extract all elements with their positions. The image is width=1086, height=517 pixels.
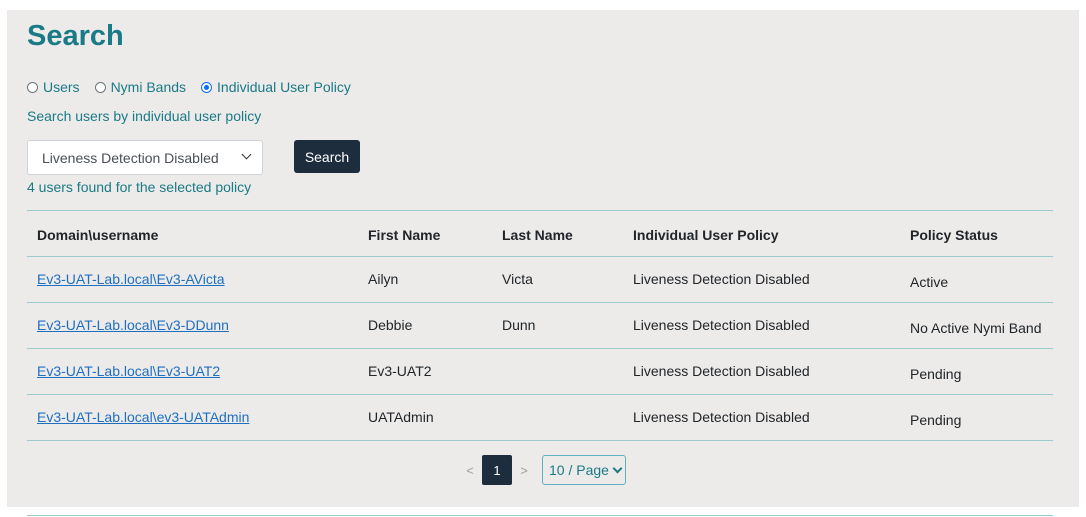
policy-select[interactable]: Liveness Detection Disabled xyxy=(27,140,263,175)
prev-page-button[interactable]: < xyxy=(460,463,480,478)
radio-users-circle[interactable] xyxy=(27,81,38,93)
divider xyxy=(27,515,1053,516)
first-name-cell: Ailyn xyxy=(368,271,399,287)
chevron-down-icon[interactable] xyxy=(612,463,623,474)
search-panel: Search Users Nymi Bands Individual User … xyxy=(7,10,1079,516)
first-name-cell: UATAdmin xyxy=(368,409,434,425)
table-row: Ev3-UAT-Lab.local\Ev3-DDunn Debbie Dunn … xyxy=(27,303,1053,349)
username-link[interactable]: Ev3-UAT-Lab.local\Ev3-UAT2 xyxy=(37,349,220,394)
policy-status-cell: Active xyxy=(910,274,949,290)
policy-cell: Liveness Detection Disabled xyxy=(633,409,810,425)
search-type-radio-group: Users Nymi Bands Individual User Policy xyxy=(27,78,366,96)
username-link[interactable]: Ev3-UAT-Lab.local\Ev3-AVicta xyxy=(37,257,225,302)
policy-cell: Liveness Detection Disabled xyxy=(633,271,810,287)
header-first-name: First Name xyxy=(368,227,441,243)
policy-status-cell: No Active Nymi Band xyxy=(910,320,1042,336)
radio-nymi-bands-circle[interactable] xyxy=(94,81,106,93)
page-button-current[interactable]: 1 xyxy=(482,455,512,485)
radio-users-label[interactable]: Users xyxy=(43,79,80,95)
next-page-button[interactable]: > xyxy=(514,463,534,478)
header-domain-username: Domain\username xyxy=(37,227,159,243)
radio-individual-user-policy[interactable]: Individual User Policy xyxy=(201,79,351,95)
table-row: Ev3-UAT-Lab.local\Ev3-AVicta Ailyn Victa… xyxy=(27,257,1053,303)
search-subtitle: Search users by individual user policy xyxy=(27,108,262,124)
username-link[interactable]: Ev3-UAT-Lab.local\ev3-UATAdmin xyxy=(37,395,249,440)
policy-cell: Liveness Detection Disabled xyxy=(633,317,810,333)
radio-individual-user-policy-circle[interactable] xyxy=(201,81,213,93)
page-title: Search xyxy=(27,20,124,52)
policy-select-value[interactable]: Liveness Detection Disabled xyxy=(42,150,219,166)
first-name-cell: Ev3-UAT2 xyxy=(368,363,432,379)
table-row: Ev3-UAT-Lab.local\ev3-UATAdmin UATAdmin … xyxy=(27,395,1053,441)
chevron-down-icon[interactable] xyxy=(241,149,252,160)
results-table: Domain\username First Name Last Name Ind… xyxy=(27,210,1053,441)
radio-individual-user-policy-label[interactable]: Individual User Policy xyxy=(217,79,351,95)
search-button[interactable]: Search xyxy=(294,140,360,173)
first-name-cell: Debbie xyxy=(368,317,413,333)
radio-users[interactable]: Users xyxy=(27,79,80,95)
policy-status-cell: Pending xyxy=(910,366,962,382)
header-individual-user-policy: Individual User Policy xyxy=(633,227,779,243)
header-last-name: Last Name xyxy=(502,227,573,243)
pagination: < 1 > 10 / Page xyxy=(460,455,626,485)
table-header-row: Domain\username First Name Last Name Ind… xyxy=(27,211,1053,257)
policy-cell: Liveness Detection Disabled xyxy=(633,363,810,379)
username-link[interactable]: Ev3-UAT-Lab.local\Ev3-DDunn xyxy=(37,303,229,348)
page-size-value[interactable]: 10 / Page xyxy=(549,462,609,478)
header-policy-status: Policy Status xyxy=(910,227,998,243)
result-count: 4 users found for the selected policy xyxy=(27,179,252,195)
radio-nymi-bands[interactable]: Nymi Bands xyxy=(94,79,186,95)
policy-status-cell: Pending xyxy=(910,412,962,428)
last-name-cell: Dunn xyxy=(502,317,536,333)
page-size-select[interactable]: 10 / Page xyxy=(542,455,626,485)
table-row: Ev3-UAT-Lab.local\Ev3-UAT2 Ev3-UAT2 Live… xyxy=(27,349,1053,395)
radio-nymi-bands-label[interactable]: Nymi Bands xyxy=(111,79,186,95)
last-name-cell: Victa xyxy=(502,271,533,287)
